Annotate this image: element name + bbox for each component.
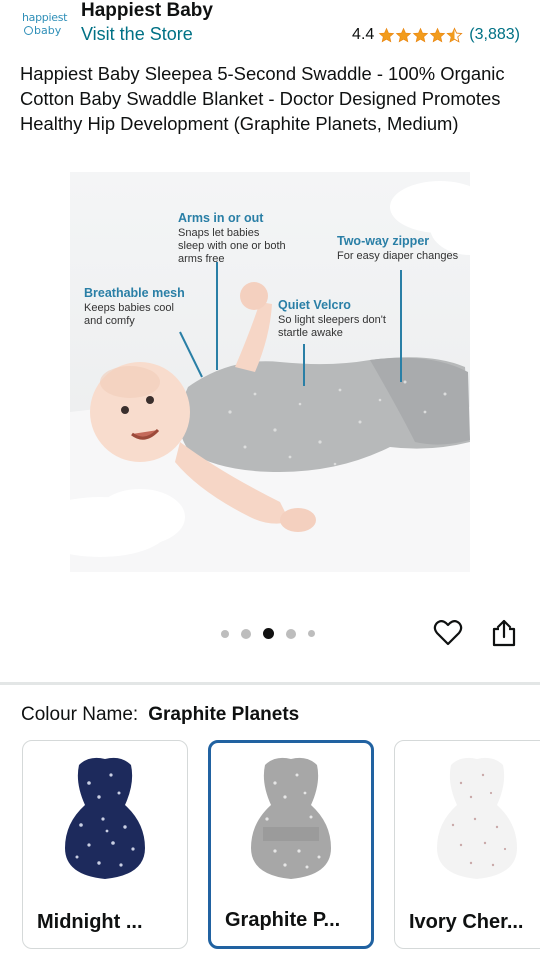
colour-option-ivory[interactable]: Ivory Cher... [394,740,540,949]
swaddle-thumbnail [251,757,331,879]
star-icon [430,27,446,42]
brand-logo-text-2: baby [24,24,61,37]
colour-option-midnight[interactable]: Midnight ... [22,740,188,949]
carousel-dot[interactable] [308,630,315,637]
rating-summary[interactable]: 4.4 (3,883) [352,26,520,44]
annotation-velcro-heading: Quiet Velcro [278,298,351,312]
carousel-indicator [221,628,327,639]
wishlist-button[interactable] [433,618,463,648]
annotation-velcro-line [303,344,305,386]
carousel-dot-active[interactable] [263,628,274,639]
star-icon [413,27,429,42]
share-icon [492,619,516,647]
rating-value: 4.4 [352,26,375,43]
star-icon [379,27,395,42]
heart-icon [433,620,463,646]
carousel-dot[interactable] [221,629,229,638]
colour-name-value: Graphite Planets [148,704,300,725]
annotation-mesh-line [179,331,203,378]
share-button[interactable] [490,618,518,648]
half-star-icon [446,26,463,43]
colour-option-graphite[interactable]: Graphite P... [208,740,374,949]
rating-count: (3,883) [469,26,520,43]
colour-option-label: Ivory Cher... [409,911,524,933]
carousel-dot[interactable] [241,628,251,639]
brand-name[interactable]: Happiest Baby [81,0,213,22]
colour-name-row: Colour Name: Graphite Planets [21,704,299,726]
section-divider [0,682,540,685]
star-icon [396,27,412,42]
carousel-dot[interactable] [286,628,296,639]
brand-logo[interactable]: happiest baby [20,6,70,46]
colour-option-label: Midnight ... [37,911,143,933]
product-title: Happiest Baby Sleepea 5-Second Swaddle -… [20,63,505,134]
product-image[interactable]: Arms in or out Snaps let babies sleep wi… [70,172,470,572]
store-header: happiest baby Happiest Baby Visit the St… [0,0,540,52]
swaddle-thumbnail [437,757,517,879]
annotation-velcro: Quiet Velcro So light sleepers don't sta… [278,299,388,340]
swaddle-thumbnail [65,757,145,879]
star-rating [378,26,463,44]
brand-logo-text-1: happiest [22,11,68,24]
colour-option-label: Graphite P... [225,909,341,931]
visit-store-link[interactable]: Visit the Store [81,24,193,45]
colour-name-label: Colour Name: [21,704,139,725]
annotation-velcro-body: So light sleepers don't startle awake [278,314,386,339]
